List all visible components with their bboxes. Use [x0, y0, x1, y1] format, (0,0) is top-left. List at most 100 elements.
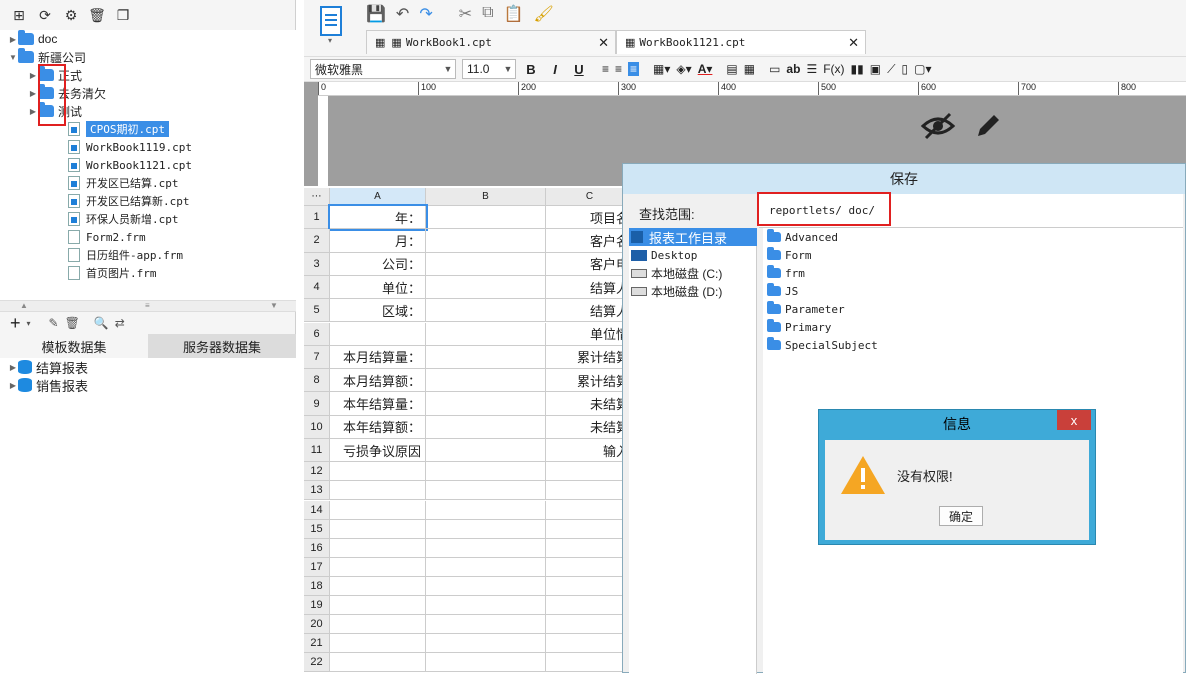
tree-item[interactable]: 开发区已结算.cpt: [68, 174, 179, 192]
grid-cell[interactable]: [546, 615, 634, 635]
grid-cell[interactable]: [330, 596, 426, 616]
grid-cell[interactable]: [426, 634, 546, 654]
collapse-up-icon[interactable]: ▲: [20, 301, 28, 310]
grid-cell[interactable]: [546, 500, 634, 520]
align-left-icon[interactable]: ≡: [602, 62, 609, 76]
delete-icon[interactable]: 🗑: [86, 4, 108, 26]
underline-icon[interactable]: U: [570, 62, 588, 77]
grid-cell[interactable]: [546, 596, 634, 616]
expand-arrow-icon[interactable]: ▶: [8, 363, 18, 372]
bold-icon[interactable]: B: [522, 62, 540, 77]
dropdown-arrow-icon[interactable]: ▾: [27, 319, 31, 328]
row-header[interactable]: 12: [304, 462, 330, 482]
tree-item[interactable]: WorkBook1119.cpt: [68, 138, 192, 156]
grid-cell[interactable]: 本年结算额：: [330, 415, 426, 439]
grid-cell[interactable]: 结算人: [546, 275, 634, 300]
row-header[interactable]: 8: [304, 369, 330, 393]
grid-cell[interactable]: [426, 615, 546, 635]
tree-item[interactable]: 环保人员新增.cpt: [68, 210, 179, 228]
row-header[interactable]: 22: [304, 653, 330, 673]
grid-cell[interactable]: 结算人: [546, 299, 634, 323]
grid-cell[interactable]: [330, 481, 426, 501]
grid-cell[interactable]: [330, 634, 426, 654]
row-header[interactable]: 10: [304, 415, 330, 439]
grid-cell[interactable]: 输入: [546, 439, 634, 463]
text-cell-icon[interactable]: ▭: [769, 62, 780, 76]
expand-arrow-icon[interactable]: ▶: [8, 381, 18, 390]
grid-cell[interactable]: [426, 415, 546, 439]
grid-cell[interactable]: [330, 322, 426, 346]
row-header[interactable]: 9: [304, 392, 330, 416]
row-header[interactable]: 19: [304, 596, 330, 616]
image-icon[interactable]: ▣: [870, 62, 881, 76]
tree-item[interactable]: Form2.frm: [68, 228, 146, 246]
tab-server-dataset[interactable]: 服务器数据集: [148, 334, 296, 358]
grid-cell[interactable]: [426, 299, 546, 323]
grid-cell[interactable]: [330, 653, 426, 673]
select-all-corner[interactable]: ⋯: [304, 188, 330, 206]
grid-cell[interactable]: [426, 462, 546, 482]
grid-cell[interactable]: [426, 369, 546, 393]
grid-cell[interactable]: 公司：: [330, 252, 426, 276]
column-header[interactable]: B: [426, 188, 546, 206]
tab-workbook1[interactable]: ▦ ▦ WorkBook1.cpt ✕: [366, 30, 616, 54]
grid-cell[interactable]: [546, 519, 634, 539]
edit-icon[interactable]: ✎: [49, 316, 59, 330]
grid-cell[interactable]: 本年结算量：: [330, 392, 426, 416]
expand-arrow-icon[interactable]: ▶: [28, 89, 38, 98]
location-drive-c[interactable]: 本地磁盘 (C:): [629, 264, 722, 282]
cut-icon[interactable]: ✂: [459, 4, 472, 24]
expand-arrow-icon[interactable]: ▶: [8, 35, 18, 44]
row-header[interactable]: 17: [304, 557, 330, 577]
grid-cell[interactable]: 区域：: [330, 299, 426, 323]
grid-cell[interactable]: [426, 322, 546, 346]
refresh-icon[interactable]: ⟳: [34, 4, 56, 26]
row-header[interactable]: 13: [304, 481, 330, 501]
grid-cell[interactable]: 月：: [330, 229, 426, 253]
spreadsheet-grid[interactable]: ⋯ A B C 1 年： 项目名 2 月： 客户名 3 公司： 客户电 4 单位： 结算人 5 区域： 结算人 6 单位…: [304, 188, 634, 673]
grid-cell[interactable]: 本月结算额：: [330, 369, 426, 393]
grid-cell[interactable]: [426, 519, 546, 539]
grid-cell[interactable]: 累计结算: [546, 369, 634, 393]
align-right-icon[interactable]: ≡: [628, 62, 640, 76]
folder-item[interactable]: SpecialSubject: [767, 336, 878, 354]
grid-cell[interactable]: [426, 229, 546, 253]
row-header[interactable]: 15: [304, 519, 330, 539]
tree-item[interactable]: WorkBook1121.cpt: [68, 156, 192, 174]
row-header[interactable]: 7: [304, 345, 330, 370]
row-header[interactable]: 6: [304, 322, 330, 346]
grid-cell[interactable]: [330, 615, 426, 635]
tree-item[interactable]: 开发区已结算新.cpt: [68, 192, 190, 210]
tab-template-dataset[interactable]: 模板数据集: [0, 334, 148, 358]
folder-item[interactable]: frm: [767, 264, 805, 282]
folder-item[interactable]: JS: [767, 282, 798, 300]
grid-cell[interactable]: [426, 538, 546, 558]
row-header[interactable]: 20: [304, 615, 330, 635]
row-header[interactable]: 11: [304, 439, 330, 463]
copy-icon[interactable]: ❐: [112, 4, 134, 26]
row-header[interactable]: 14: [304, 500, 330, 520]
align-center-icon[interactable]: ≡: [615, 62, 622, 76]
folder-item[interactable]: Primary: [767, 318, 831, 336]
grid-cell[interactable]: 本月结算量：: [330, 345, 426, 370]
dataset-item[interactable]: ▶ 结算报表: [8, 358, 88, 376]
grip-icon[interactable]: ≡: [145, 301, 150, 310]
grid-cell[interactable]: 客户电: [546, 252, 634, 276]
grid-cell[interactable]: [426, 275, 546, 300]
settings-icon[interactable]: ⚙: [60, 4, 82, 26]
paragraph-icon[interactable]: ☰: [806, 62, 817, 76]
preview-icon[interactable]: 🔍: [94, 316, 109, 330]
replace-icon[interactable]: ⇄: [115, 316, 125, 330]
grid-cell[interactable]: [546, 653, 634, 673]
grid-cell[interactable]: [330, 557, 426, 577]
grid-cell[interactable]: 年：: [328, 203, 428, 232]
grid-cell[interactable]: 单位情: [546, 322, 634, 346]
grid-cell[interactable]: [546, 557, 634, 577]
add-dataset-icon[interactable]: +: [10, 313, 21, 334]
row-header[interactable]: 5: [304, 299, 330, 323]
redo-icon[interactable]: ↷: [419, 4, 432, 24]
expand-arrow-icon[interactable]: ▶: [28, 71, 38, 80]
expand-arrow-icon[interactable]: ▶: [28, 107, 38, 116]
row-header[interactable]: 16: [304, 538, 330, 558]
grid-cell[interactable]: [330, 519, 426, 539]
